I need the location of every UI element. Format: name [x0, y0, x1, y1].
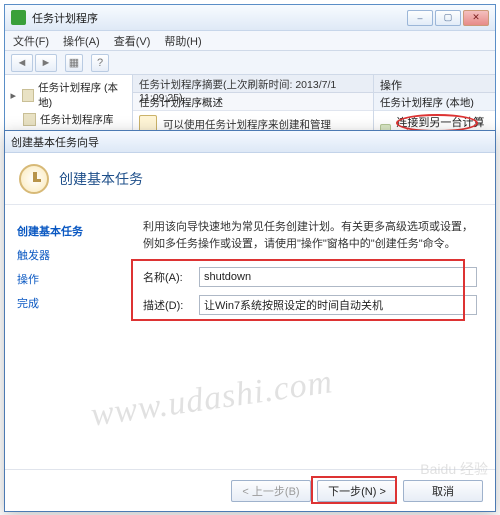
tree-root[interactable]: ▸ 任务计划程序 (本地) — [9, 79, 128, 111]
toolbar: ◄ ► ▦ ? — [5, 51, 495, 75]
minimize-button[interactable]: – — [407, 10, 433, 26]
maximize-button[interactable]: ▢ — [435, 10, 461, 26]
wizard-title: 创建基本任务向导 — [11, 134, 99, 150]
task-scheduler-window: 任务计划程序 – ▢ ✕ 文件(F) 操作(A) 查看(V) 帮助(H) ◄ ►… — [4, 4, 496, 144]
wizard-footer: < 上一步(B) 下一步(N) > 取消 — [5, 469, 495, 511]
clock-icon — [19, 164, 49, 194]
tree-child-label: 任务计划程序库 — [40, 112, 114, 127]
tree-child[interactable]: 任务计划程序库 — [9, 111, 128, 128]
menu-help[interactable]: 帮助(H) — [164, 33, 201, 49]
wizard-intro: 利用该向导快速地为常见任务创建计划。有关更多高级选项或设置，例如多任务操作或设置… — [143, 219, 477, 253]
toolbar-button[interactable]: ▦ — [65, 54, 83, 72]
step-finish[interactable]: 完成 — [17, 291, 113, 315]
window-title: 任务计划程序 — [32, 10, 407, 26]
overview-desc: 可以使用任务计划程序来创建和管理 — [133, 111, 373, 132]
name-input[interactable] — [199, 267, 477, 287]
titlebar: 任务计划程序 – ▢ ✕ — [5, 5, 495, 31]
overview-header: 任务计划程序概述 — [133, 93, 373, 111]
name-label: 名称(A): — [143, 269, 199, 285]
wizard-form: 利用该向导快速地为常见任务创建计划。有关更多高级选项或设置，例如多任务操作或设置… — [125, 205, 495, 469]
nav-fwd-icon[interactable]: ► — [35, 54, 57, 72]
menubar: 文件(F) 操作(A) 查看(V) 帮助(H) — [5, 31, 495, 51]
nav-back-icon[interactable]: ◄ — [11, 54, 33, 72]
folder-icon — [23, 113, 36, 126]
wizard-heading: 创建基本任务 — [59, 169, 143, 189]
step-trigger[interactable]: 触发器 — [17, 243, 113, 267]
wizard-header: 创建基本任务 — [5, 153, 495, 205]
tree-root-label: 任务计划程序 (本地) — [38, 80, 128, 110]
actions-context: 任务计划程序 (本地) — [374, 93, 495, 111]
menu-action[interactable]: 操作(A) — [63, 33, 100, 49]
step-basic[interactable]: 创建基本任务 — [17, 219, 113, 243]
folder-icon — [22, 89, 35, 102]
menu-view[interactable]: 查看(V) — [114, 33, 151, 49]
desc-input[interactable] — [199, 295, 477, 315]
app-icon — [11, 10, 26, 25]
back-button: < 上一步(B) — [231, 480, 311, 502]
cancel-button[interactable]: 取消 — [403, 480, 483, 502]
actions-title: 操作 — [374, 75, 495, 93]
expand-icon[interactable]: ▸ — [9, 89, 18, 102]
wizard-titlebar: 创建基本任务向导 — [5, 131, 495, 153]
menu-file[interactable]: 文件(F) — [13, 33, 49, 49]
summary-header: 任务计划程序摘要(上次刷新时间: 2013/7/1 11:09:25) — [133, 75, 373, 93]
wizard-steps: 创建基本任务 触发器 操作 完成 — [5, 205, 125, 469]
toolbar-button[interactable]: ? — [91, 54, 109, 72]
create-basic-task-wizard: 创建基本任务向导 创建基本任务 创建基本任务 触发器 操作 完成 利用该向导快速… — [4, 130, 496, 512]
close-button[interactable]: ✕ — [463, 10, 489, 26]
desc-label: 描述(D): — [143, 297, 199, 313]
step-action[interactable]: 操作 — [17, 267, 113, 291]
next-button[interactable]: 下一步(N) > — [317, 480, 397, 502]
